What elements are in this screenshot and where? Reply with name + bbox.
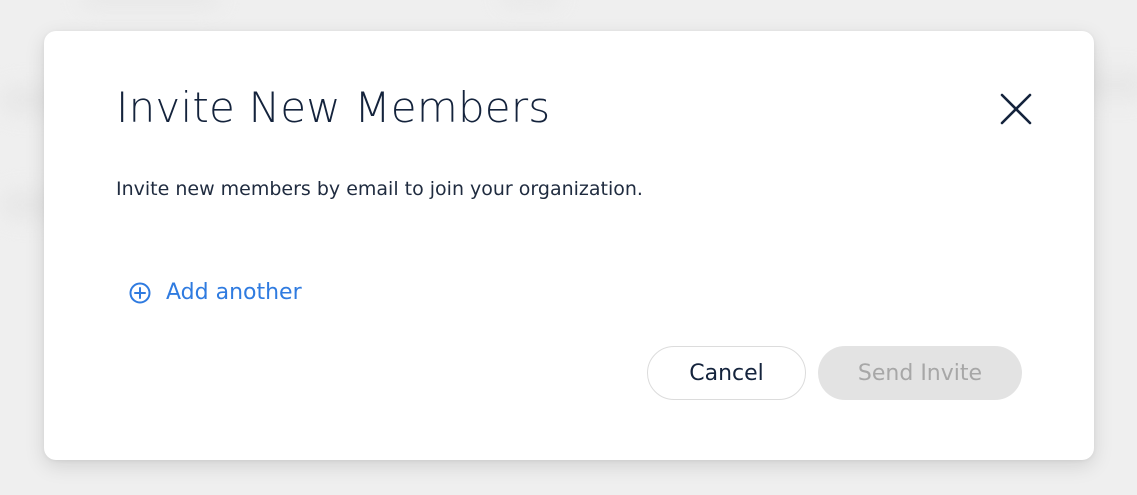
- dialog-description: Invite new members by email to join your…: [116, 178, 643, 200]
- close-button[interactable]: [996, 89, 1036, 129]
- send-invite-button[interactable]: Send Invite: [818, 346, 1022, 400]
- backdrop-blur: [80, 0, 220, 8]
- cancel-button[interactable]: Cancel: [647, 346, 806, 400]
- plus-circle-icon: [128, 281, 152, 305]
- invite-members-dialog: Invite New Members Invite new members by…: [44, 31, 1094, 460]
- close-icon: [1000, 93, 1032, 125]
- add-another-link[interactable]: Add another: [128, 280, 302, 305]
- dialog-title: Invite New Members: [116, 83, 551, 132]
- add-another-label: Add another: [166, 280, 302, 305]
- backdrop-blur: [500, 0, 560, 6]
